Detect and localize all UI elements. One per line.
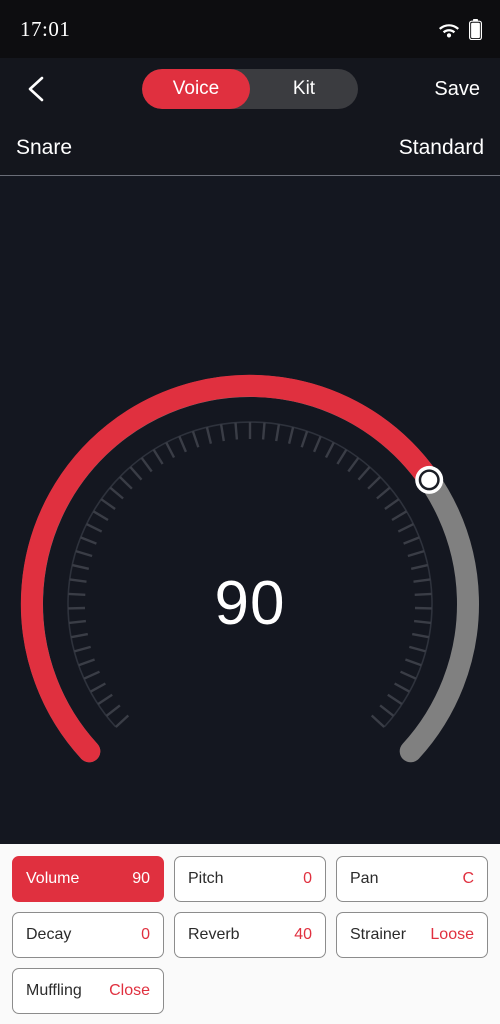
param-value: 40 (294, 926, 312, 943)
volume-gauge[interactable] (0, 176, 500, 844)
wifi-icon (438, 21, 460, 38)
parameter-grid: Volume 90 Pitch 0 Pan C Decay 0 Reverb 4… (0, 846, 500, 1024)
app-header: Voice Kit Save (0, 58, 500, 120)
param-label: Decay (26, 926, 72, 943)
status-icon-group (438, 18, 482, 40)
param-value: 0 (141, 926, 150, 943)
param-value: C (462, 870, 474, 887)
battery-icon (469, 18, 482, 40)
back-button[interactable] (16, 69, 56, 109)
param-cell-pan[interactable]: Pan C (336, 856, 488, 902)
param-value: Close (109, 982, 150, 999)
param-label: Strainer (350, 926, 407, 943)
param-label: Muffling (26, 982, 82, 999)
status-time: 17:01 (20, 16, 71, 41)
sub-header: Snare Standard (0, 120, 500, 176)
param-cell-muffling[interactable]: Muffling Close (12, 968, 164, 1014)
gauge-panel: 90 min 0 Volume max 127 (0, 176, 500, 844)
app-root: 17:01 Voice Kit Save Snare Standard 90 V… (0, 0, 500, 1024)
voice-kit-segmented-control[interactable]: Voice Kit (142, 69, 358, 109)
param-label: Pan (350, 870, 379, 887)
tab-kit[interactable]: Kit (250, 69, 358, 109)
param-value: Loose (430, 926, 474, 943)
param-cell-strainer[interactable]: Strainer Loose (336, 912, 488, 958)
save-button[interactable]: Save (432, 74, 482, 105)
tab-voice[interactable]: Voice (142, 69, 250, 109)
preset-name[interactable]: Standard (399, 136, 484, 160)
param-cell-volume[interactable]: Volume 90 (12, 856, 164, 902)
param-label: Volume (26, 870, 80, 887)
param-value: 0 (303, 870, 312, 887)
status-bar: 17:01 (0, 0, 500, 58)
param-cell-decay[interactable]: Decay 0 (12, 912, 164, 958)
chevron-left-icon (26, 75, 46, 103)
param-cell-pitch[interactable]: Pitch 0 (174, 856, 326, 902)
gauge-knob[interactable] (415, 465, 444, 494)
instrument-name[interactable]: Snare (16, 136, 72, 160)
gauge-value: 90 (214, 569, 286, 638)
param-cell-reverb[interactable]: Reverb 40 (174, 912, 326, 958)
param-label: Pitch (188, 870, 224, 887)
param-label: Reverb (188, 926, 240, 943)
param-value: 90 (132, 870, 150, 887)
